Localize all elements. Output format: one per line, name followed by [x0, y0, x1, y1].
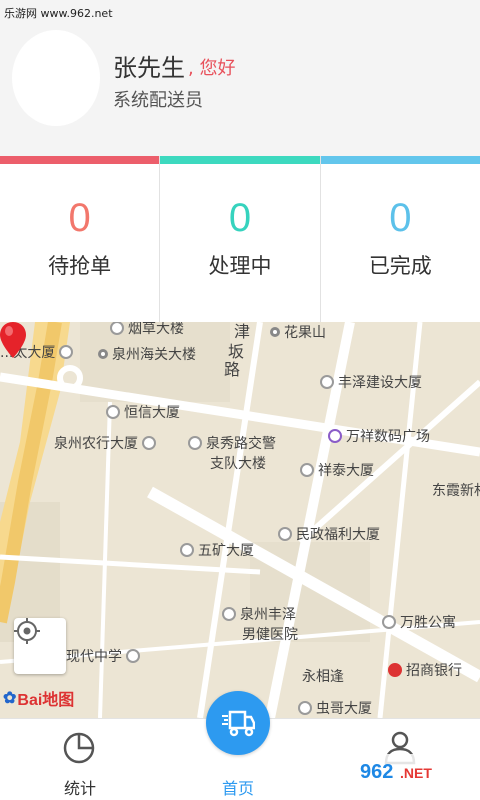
- building-icon: [59, 345, 74, 359]
- map-poi-label[interactable]: 民政福利大厦: [278, 524, 380, 544]
- building-icon: [298, 701, 312, 715]
- home-button[interactable]: [206, 691, 270, 755]
- building-icon: [188, 436, 202, 450]
- shopping-icon: [328, 429, 342, 443]
- stat-value: 0: [228, 196, 252, 240]
- watermark-text: 乐游网 www.962.net: [4, 7, 113, 20]
- stat-pending[interactable]: 0 待抢单: [0, 156, 160, 322]
- poi-dot-icon: [270, 327, 280, 337]
- map-poi-label[interactable]: 虫哥大厦: [298, 698, 372, 718]
- hospital-icon: [222, 607, 236, 621]
- building-icon: [106, 405, 120, 419]
- user-role: 系统配送员: [113, 90, 203, 111]
- building-icon: [142, 436, 156, 450]
- stat-label: 处理中: [208, 254, 272, 278]
- stat-value: 0: [68, 196, 91, 240]
- map-poi-label[interactable]: 花果山: [270, 322, 326, 342]
- building-icon: [278, 527, 292, 541]
- profile-header: 张先生 , 您好 系统配送员: [0, 24, 480, 156]
- road-label: 路: [224, 360, 241, 379]
- map-poi-label[interactable]: 现代中学: [66, 646, 144, 666]
- avatar[interactable]: [12, 30, 100, 126]
- map-poi-label[interactable]: 东霞新村: [432, 480, 480, 500]
- stat-completed[interactable]: 0 已完成: [319, 156, 480, 322]
- map-view[interactable]: 烟草大楼 花果山 ...太大厦 泉州海关大楼 丰泽建设大厦 恒信大厦 万祥数码广…: [0, 322, 480, 718]
- status-bar: 乐游网 www.962.net: [0, 0, 480, 24]
- building-icon: [110, 322, 124, 335]
- map-poi-label[interactable]: 恒信大厦: [106, 402, 180, 422]
- stat-accent-bar: [320, 156, 480, 164]
- map-poi-label[interactable]: 永相逢: [302, 666, 344, 686]
- map-poi-label[interactable]: 泉州丰泽: [222, 604, 296, 624]
- locate-button[interactable]: [14, 618, 66, 674]
- tab-label-home[interactable]: 首页: [188, 775, 288, 799]
- map-poi-label[interactable]: 泉秀路交警: [188, 433, 276, 453]
- school-icon: [126, 649, 140, 663]
- building-icon: [320, 375, 334, 389]
- map-poi-label[interactable]: 泉州海关大楼: [98, 344, 196, 364]
- svg-text:.NET: .NET: [400, 765, 432, 781]
- building-icon: [300, 463, 314, 477]
- stat-accent-bar: [0, 156, 160, 164]
- baidu-paw-icon: ✿: [3, 690, 17, 707]
- delivery-truck-icon: [222, 710, 255, 737]
- map-poi-label[interactable]: 招商银行: [388, 660, 462, 680]
- building-icon: [180, 543, 194, 557]
- poi-dot-icon: [98, 349, 108, 359]
- stat-label: 待抢单: [48, 254, 112, 278]
- greeting: , 您好: [188, 58, 236, 79]
- map-poi-label[interactable]: 万胜公寓: [382, 612, 456, 632]
- location-pin-icon[interactable]: [0, 322, 26, 358]
- map-poi-label[interactable]: 五矿大厦: [180, 540, 254, 560]
- map-poi-label[interactable]: 丰泽建设大厦: [320, 372, 422, 392]
- user-name: 张先生: [113, 54, 185, 82]
- bottom-tab-bar: 统计 首页 962 .NET: [0, 691, 480, 800]
- stat-processing[interactable]: 0 处理中: [159, 156, 320, 322]
- stat-label: 已完成: [368, 254, 432, 278]
- map-poi-label[interactable]: 万祥数码广场: [328, 426, 430, 446]
- map-poi-label[interactable]: 泉州农行大厦: [54, 433, 160, 453]
- order-stats: 0 待抢单 0 处理中 0 已完成: [0, 156, 480, 322]
- baidu-map-logo: ✿ Bai地图: [3, 690, 75, 709]
- tab-stats[interactable]: 统计: [30, 719, 130, 800]
- map-poi-label: 男健医院: [242, 627, 298, 643]
- site-watermark-logo: 962 .NET: [354, 754, 474, 790]
- map-poi-label: 支队大楼: [210, 456, 266, 472]
- building-icon: [382, 615, 396, 629]
- stat-value: 0: [389, 196, 412, 240]
- pie-chart-icon: [63, 732, 95, 764]
- bank-icon: [388, 663, 402, 677]
- tab-label: 统计: [63, 779, 96, 798]
- svg-text:962: 962: [360, 761, 393, 783]
- map-poi-label[interactable]: 祥泰大厦: [300, 460, 374, 480]
- stat-accent-bar: [160, 156, 320, 164]
- map-poi-label[interactable]: 烟草大楼: [110, 322, 184, 338]
- crosshair-icon: [14, 618, 40, 644]
